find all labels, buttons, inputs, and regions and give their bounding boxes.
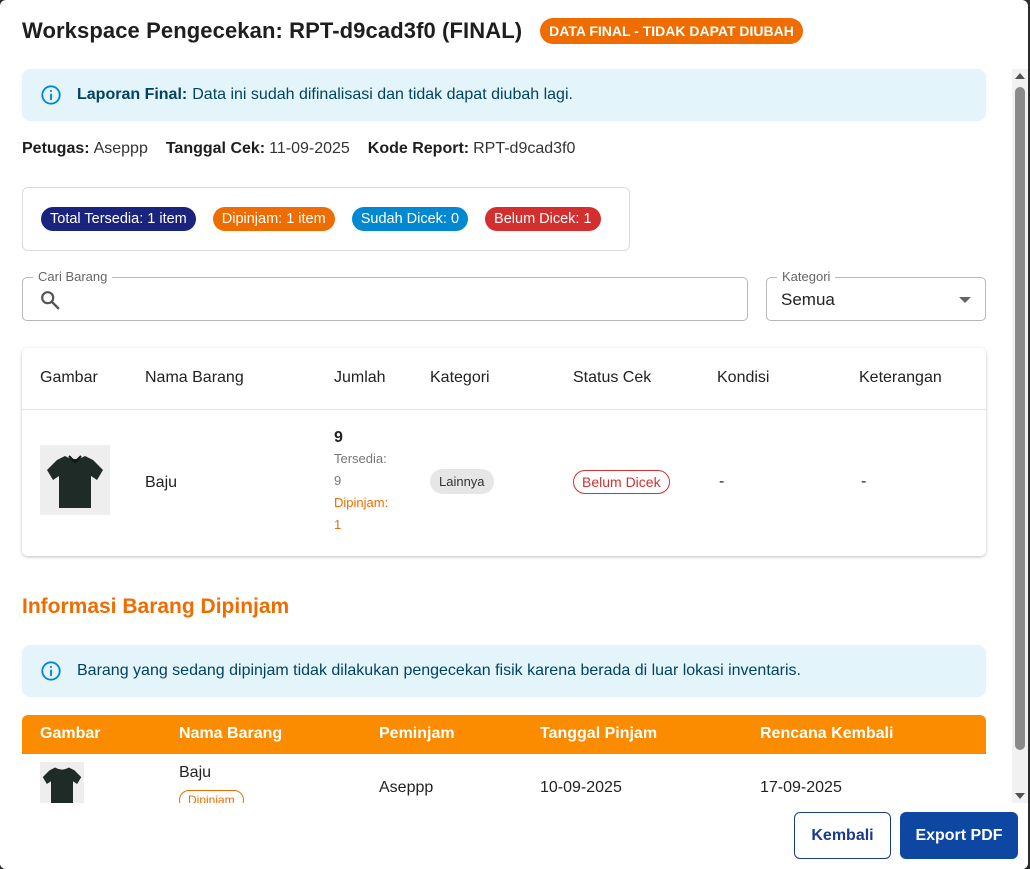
- info-icon: [41, 85, 61, 105]
- alert-title: Laporan Final:: [77, 86, 188, 103]
- item-quantity: 9 Tersedia: 9 Dipinjam: 1: [334, 428, 404, 536]
- page-title: Workspace Pengecekan: RPT-d9cad3f0 (FINA…: [22, 18, 523, 43]
- category-value: Semua: [781, 290, 835, 309]
- scroll-down-icon[interactable]: [1015, 793, 1025, 799]
- search-field[interactable]: Cari Barang: [22, 269, 748, 321]
- notes-value: -: [861, 473, 867, 490]
- borrower-name: Aseppp: [379, 779, 434, 796]
- product-image: [40, 762, 84, 803]
- info-icon: [41, 661, 61, 681]
- vertical-scrollbar[interactable]: [1012, 69, 1028, 803]
- final-status-badge: DATA FINAL - TIDAK DAPAT DIUBAH: [540, 18, 803, 44]
- dialog-content: Workspace Pengecekan: RPT-d9cad3f0 (FINA…: [0, 0, 1012, 803]
- col-nama-barang: Nama Barang: [145, 369, 244, 386]
- back-button[interactable]: Kembali: [794, 812, 891, 859]
- return-date: 17-09-2025: [760, 779, 842, 796]
- dialog-footer: Kembali Export PDF: [0, 803, 1028, 869]
- shirt-icon: [42, 767, 82, 803]
- meta-kode: Kode Report: RPT-d9cad3f0: [368, 140, 576, 158]
- alert-text: Data ini sudah difinalisasi dan tidak da…: [192, 86, 573, 103]
- meta-kode-label: Kode Report:: [367, 140, 470, 157]
- unchecked-badge: Belum Dicek: 1: [485, 207, 601, 231]
- col-keterangan: Keterangan: [859, 369, 942, 386]
- loan-table: Gambar Nama Barang Peminjam Tanggal Pinj…: [22, 715, 986, 803]
- borrowed-label: Dipinjam:: [334, 495, 389, 510]
- item-name: Baju: [145, 474, 178, 491]
- dialog-header: Workspace Pengecekan: RPT-d9cad3f0 (FINA…: [22, 18, 803, 44]
- items-table: Gambar Nama Barang Jumlah Kategori Statu…: [22, 348, 986, 556]
- final-report-alert: Laporan Final: Data ini sudah difinalisa…: [22, 69, 986, 121]
- report-dialog: Workspace Pengecekan: RPT-d9cad3f0 (FINA…: [0, 0, 1028, 869]
- loan-item-name: Baju: [179, 764, 212, 781]
- search-input[interactable]: [75, 286, 735, 312]
- shirt-icon: [47, 455, 103, 508]
- loan-section-title: Informasi Barang Dipinjam: [22, 595, 290, 618]
- loan-col-tanggal-pinjam: Tanggal Pinjam: [540, 725, 658, 742]
- meta-petugas-value: Aseppp: [93, 140, 148, 157]
- meta-tanggal: Tanggal Cek: 11-09-2025: [166, 140, 350, 158]
- col-kondisi: Kondisi: [717, 369, 770, 386]
- search-icon: [41, 291, 60, 310]
- loan-alert-text: Barang yang sedang dipinjam tidak dilaku…: [77, 662, 801, 679]
- total-available-badge: Total Tersedia: 1 item: [41, 207, 196, 231]
- borrowed-status-chip: Dipinjam: [179, 790, 244, 803]
- meta-petugas: Petugas: Aseppp: [22, 140, 148, 158]
- loan-col-rencana-kembali: Rencana Kembali: [760, 725, 894, 742]
- borrowed-badge: Dipinjam: 1 item: [212, 207, 335, 231]
- export-pdf-button[interactable]: Export PDF: [900, 812, 1018, 859]
- loan-col-nama-barang: Nama Barang: [179, 725, 283, 742]
- loan-col-peminjam: Peminjam: [379, 725, 455, 742]
- loan-col-gambar: Gambar: [40, 725, 101, 742]
- category-chip: Lainnya: [430, 469, 494, 494]
- dropdown-arrow-icon: [959, 297, 971, 303]
- meta-tanggal-value: 11-09-2025: [269, 140, 350, 157]
- meta-kode-value: RPT-d9cad3f0: [473, 140, 576, 157]
- loan-info-alert: Barang yang sedang dipinjam tidak dilaku…: [22, 645, 986, 697]
- loan-date: 10-09-2025: [540, 779, 622, 796]
- scrollbar-thumb[interactable]: [1015, 87, 1025, 750]
- summary-box: Total Tersedia: 1 item Dipinjam: 1 item …: [22, 187, 630, 251]
- col-kategori: Kategori: [430, 369, 490, 386]
- category-select[interactable]: Kategori Semua: [766, 269, 986, 321]
- col-jumlah: Jumlah: [334, 369, 386, 386]
- col-gambar: Gambar: [40, 369, 98, 386]
- report-meta: Petugas: Aseppp Tanggal Cek: 11-09-2025 Ko…: [22, 140, 575, 158]
- check-status-chip: Belum Dicek: [573, 470, 670, 494]
- search-legend: Cari Barang: [33, 269, 113, 284]
- items-table-header: Gambar Nama Barang Jumlah Kategori Statu…: [22, 348, 986, 410]
- checked-badge: Sudah Dicek: 0: [351, 207, 469, 231]
- condition-value: -: [719, 473, 725, 490]
- quantity-total: 9: [334, 429, 343, 446]
- col-status-cek: Status Cek: [573, 369, 652, 386]
- meta-petugas-label: Petugas:: [22, 140, 90, 157]
- meta-tanggal-label: Tanggal Cek:: [165, 140, 266, 157]
- loan-table-header: Gambar Nama Barang Peminjam Tanggal Pinj…: [22, 715, 986, 754]
- available-value: 9: [334, 473, 342, 488]
- product-image: [40, 445, 110, 515]
- category-legend: Kategori: [777, 269, 836, 284]
- available-label: Tersedia:: [334, 451, 387, 466]
- scroll-up-icon[interactable]: [1015, 73, 1025, 79]
- borrowed-value: 1: [334, 517, 342, 532]
